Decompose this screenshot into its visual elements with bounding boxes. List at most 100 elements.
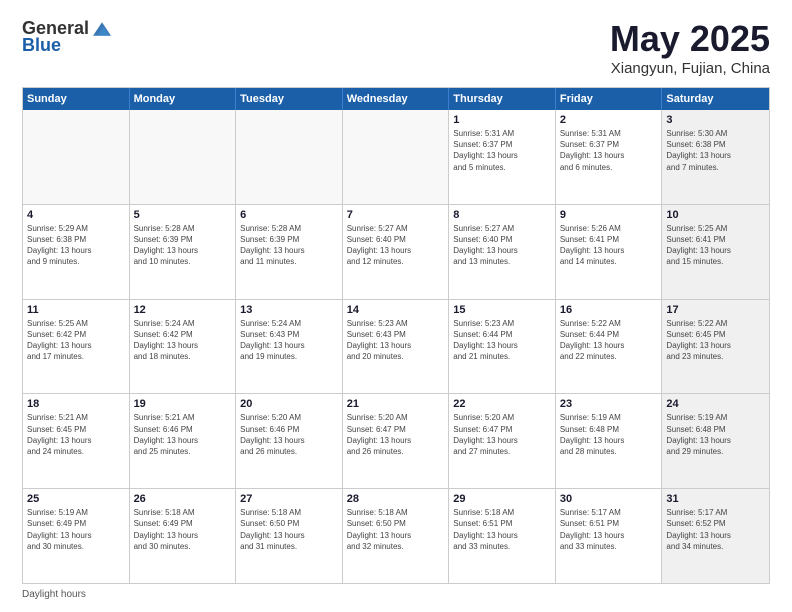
- day-info: Sunrise: 5:18 AM Sunset: 6:50 PM Dayligh…: [240, 507, 338, 552]
- day-number: 26: [134, 493, 232, 505]
- day-info: Sunrise: 5:22 AM Sunset: 6:44 PM Dayligh…: [560, 318, 658, 363]
- calendar-cell: 21Sunrise: 5:20 AM Sunset: 6:47 PM Dayli…: [343, 394, 450, 488]
- calendar-cell: 12 Sunrise: 5:24 AM Sunset: 6:42 PM Dayli…: [130, 300, 237, 394]
- day-info: Sunrise: 5:25 AM Sunset: 6:42 PM Dayligh…: [27, 318, 125, 363]
- day-number: 17: [666, 304, 765, 316]
- day-info: Sunrise: 5:27 AM Sunset: 6:40 PM Dayligh…: [453, 223, 551, 268]
- day-number: 28: [347, 493, 445, 505]
- calendar-cell: 19Sunrise: 5:21 AM Sunset: 6:46 PM Dayli…: [130, 394, 237, 488]
- day-number: 10: [666, 209, 765, 221]
- day-number: 8: [453, 209, 551, 221]
- day-info: Sunrise: 5:28 AM Sunset: 6:39 PM Dayligh…: [240, 223, 338, 268]
- day-info: Sunrise: 5:24 AM Sunset: 6:43 PM Dayligh…: [240, 318, 338, 363]
- day-info: Sunrise: 5:18 AM Sunset: 6:49 PM Dayligh…: [134, 507, 232, 552]
- day-number: 13: [240, 304, 338, 316]
- logo-icon: [93, 20, 111, 38]
- day-info: Sunrise: 5:27 AM Sunset: 6:40 PM Dayligh…: [347, 223, 445, 268]
- day-number: 7: [347, 209, 445, 221]
- main-title: May 2025: [610, 18, 770, 60]
- day-info: Sunrise: 5:22 AM Sunset: 6:45 PM Dayligh…: [666, 318, 765, 363]
- calendar-cell: 6 Sunrise: 5:28 AM Sunset: 6:39 PM Daylig…: [236, 205, 343, 299]
- day-info: Sunrise: 5:19 AM Sunset: 6:49 PM Dayligh…: [27, 507, 125, 552]
- title-section: May 2025 Xiangyun, Fujian, China: [610, 18, 770, 77]
- calendar-header-cell: Tuesday: [236, 88, 343, 110]
- calendar: SundayMondayTuesdayWednesdayThursdayFrid…: [22, 87, 770, 584]
- day-number: 5: [134, 209, 232, 221]
- calendar-cell: 20 Sunrise: 5:20 AM Sunset: 6:46 PM Dayli…: [236, 394, 343, 488]
- footer-note: Daylight hours: [22, 589, 770, 600]
- day-info: Sunrise: 5:31 AM Sunset: 6:37 PM Dayligh…: [453, 128, 551, 173]
- calendar-cell: 5 Sunrise: 5:28 AM Sunset: 6:39 PM Daylig…: [130, 205, 237, 299]
- calendar-cell: 25Sunrise: 5:19 AM Sunset: 6:49 PM Dayli…: [23, 489, 130, 583]
- calendar-cell: [343, 110, 450, 204]
- calendar-row: 11 Sunrise: 5:25 AM Sunset: 6:42 PM Dayli…: [23, 300, 769, 395]
- day-number: 31: [666, 493, 765, 505]
- day-number: 23: [560, 398, 658, 410]
- day-info: Sunrise: 5:30 AM Sunset: 6:38 PM Dayligh…: [666, 128, 765, 173]
- day-info: Sunrise: 5:21 AM Sunset: 6:45 PM Dayligh…: [27, 412, 125, 457]
- day-info: Sunrise: 5:20 AM Sunset: 6:47 PM Dayligh…: [453, 412, 551, 457]
- calendar-cell: 31 Sunrise: 5:17 AM Sunset: 6:52 PM Dayli…: [662, 489, 769, 583]
- calendar-cell: 4Sunrise: 5:29 AM Sunset: 6:38 PM Daylig…: [23, 205, 130, 299]
- day-number: 6: [240, 209, 338, 221]
- day-info: Sunrise: 5:29 AM Sunset: 6:38 PM Dayligh…: [27, 223, 125, 268]
- calendar-cell: 28 Sunrise: 5:18 AM Sunset: 6:50 PM Dayli…: [343, 489, 450, 583]
- day-info: Sunrise: 5:24 AM Sunset: 6:42 PM Dayligh…: [134, 318, 232, 363]
- calendar-cell: 15Sunrise: 5:23 AM Sunset: 6:44 PM Dayli…: [449, 300, 556, 394]
- calendar-cell: [130, 110, 237, 204]
- logo: General Blue: [22, 18, 111, 56]
- day-number: 9: [560, 209, 658, 221]
- day-number: 18: [27, 398, 125, 410]
- logo-blue-text: Blue: [22, 35, 61, 56]
- day-info: Sunrise: 5:18 AM Sunset: 6:50 PM Dayligh…: [347, 507, 445, 552]
- calendar-cell: 24Sunrise: 5:19 AM Sunset: 6:48 PM Dayli…: [662, 394, 769, 488]
- day-info: Sunrise: 5:17 AM Sunset: 6:52 PM Dayligh…: [666, 507, 765, 552]
- day-number: 24: [666, 398, 765, 410]
- calendar-header-cell: Saturday: [662, 88, 769, 110]
- calendar-cell: 18 Sunrise: 5:21 AM Sunset: 6:45 PM Dayli…: [23, 394, 130, 488]
- calendar-cell: 3 Sunrise: 5:30 AM Sunset: 6:38 PM Daylig…: [662, 110, 769, 204]
- calendar-cell: 10 Sunrise: 5:25 AM Sunset: 6:41 PM Dayli…: [662, 205, 769, 299]
- calendar-row: 1 Sunrise: 5:31 AM Sunset: 6:37 PM Daylig…: [23, 110, 769, 205]
- calendar-cell: 2Sunrise: 5:31 AM Sunset: 6:37 PM Daylig…: [556, 110, 663, 204]
- calendar-body: 1 Sunrise: 5:31 AM Sunset: 6:37 PM Daylig…: [23, 110, 769, 583]
- day-info: Sunrise: 5:18 AM Sunset: 6:51 PM Dayligh…: [453, 507, 551, 552]
- calendar-cell: 17 Sunrise: 5:22 AM Sunset: 6:45 PM Dayli…: [662, 300, 769, 394]
- day-number: 3: [666, 114, 765, 126]
- day-number: 16: [560, 304, 658, 316]
- calendar-cell: 29 Sunrise: 5:18 AM Sunset: 6:51 PM Dayli…: [449, 489, 556, 583]
- calendar-cell: 30Sunrise: 5:17 AM Sunset: 6:51 PM Dayli…: [556, 489, 663, 583]
- day-number: 1: [453, 114, 551, 126]
- calendar-row: 18 Sunrise: 5:21 AM Sunset: 6:45 PM Dayli…: [23, 394, 769, 489]
- calendar-cell: 13 Sunrise: 5:24 AM Sunset: 6:43 PM Dayli…: [236, 300, 343, 394]
- calendar-cell: [23, 110, 130, 204]
- calendar-header-cell: Wednesday: [343, 88, 450, 110]
- calendar-cell: 16 Sunrise: 5:22 AM Sunset: 6:44 PM Dayli…: [556, 300, 663, 394]
- day-info: Sunrise: 5:28 AM Sunset: 6:39 PM Dayligh…: [134, 223, 232, 268]
- calendar-cell: 23 Sunrise: 5:19 AM Sunset: 6:48 PM Dayli…: [556, 394, 663, 488]
- calendar-row: 4Sunrise: 5:29 AM Sunset: 6:38 PM Daylig…: [23, 205, 769, 300]
- day-number: 29: [453, 493, 551, 505]
- day-info: Sunrise: 5:23 AM Sunset: 6:43 PM Dayligh…: [347, 318, 445, 363]
- calendar-row: 25Sunrise: 5:19 AM Sunset: 6:49 PM Dayli…: [23, 489, 769, 583]
- day-number: 20: [240, 398, 338, 410]
- day-info: Sunrise: 5:19 AM Sunset: 6:48 PM Dayligh…: [560, 412, 658, 457]
- calendar-header-cell: Monday: [130, 88, 237, 110]
- calendar-header-cell: Thursday: [449, 88, 556, 110]
- day-number: 14: [347, 304, 445, 316]
- calendar-cell: 26 Sunrise: 5:18 AM Sunset: 6:49 PM Dayli…: [130, 489, 237, 583]
- day-info: Sunrise: 5:23 AM Sunset: 6:44 PM Dayligh…: [453, 318, 551, 363]
- day-info: Sunrise: 5:20 AM Sunset: 6:46 PM Dayligh…: [240, 412, 338, 457]
- subtitle: Xiangyun, Fujian, China: [610, 60, 770, 77]
- day-info: Sunrise: 5:17 AM Sunset: 6:51 PM Dayligh…: [560, 507, 658, 552]
- calendar-cell: 9Sunrise: 5:26 AM Sunset: 6:41 PM Daylig…: [556, 205, 663, 299]
- header: General Blue May 2025 Xiangyun, Fujian, …: [22, 18, 770, 77]
- calendar-cell: 27Sunrise: 5:18 AM Sunset: 6:50 PM Dayli…: [236, 489, 343, 583]
- day-number: 21: [347, 398, 445, 410]
- day-number: 12: [134, 304, 232, 316]
- day-number: 11: [27, 304, 125, 316]
- calendar-cell: 8 Sunrise: 5:27 AM Sunset: 6:40 PM Daylig…: [449, 205, 556, 299]
- calendar-cell: 1 Sunrise: 5:31 AM Sunset: 6:37 PM Daylig…: [449, 110, 556, 204]
- day-info: Sunrise: 5:25 AM Sunset: 6:41 PM Dayligh…: [666, 223, 765, 268]
- calendar-cell: 22Sunrise: 5:20 AM Sunset: 6:47 PM Dayli…: [449, 394, 556, 488]
